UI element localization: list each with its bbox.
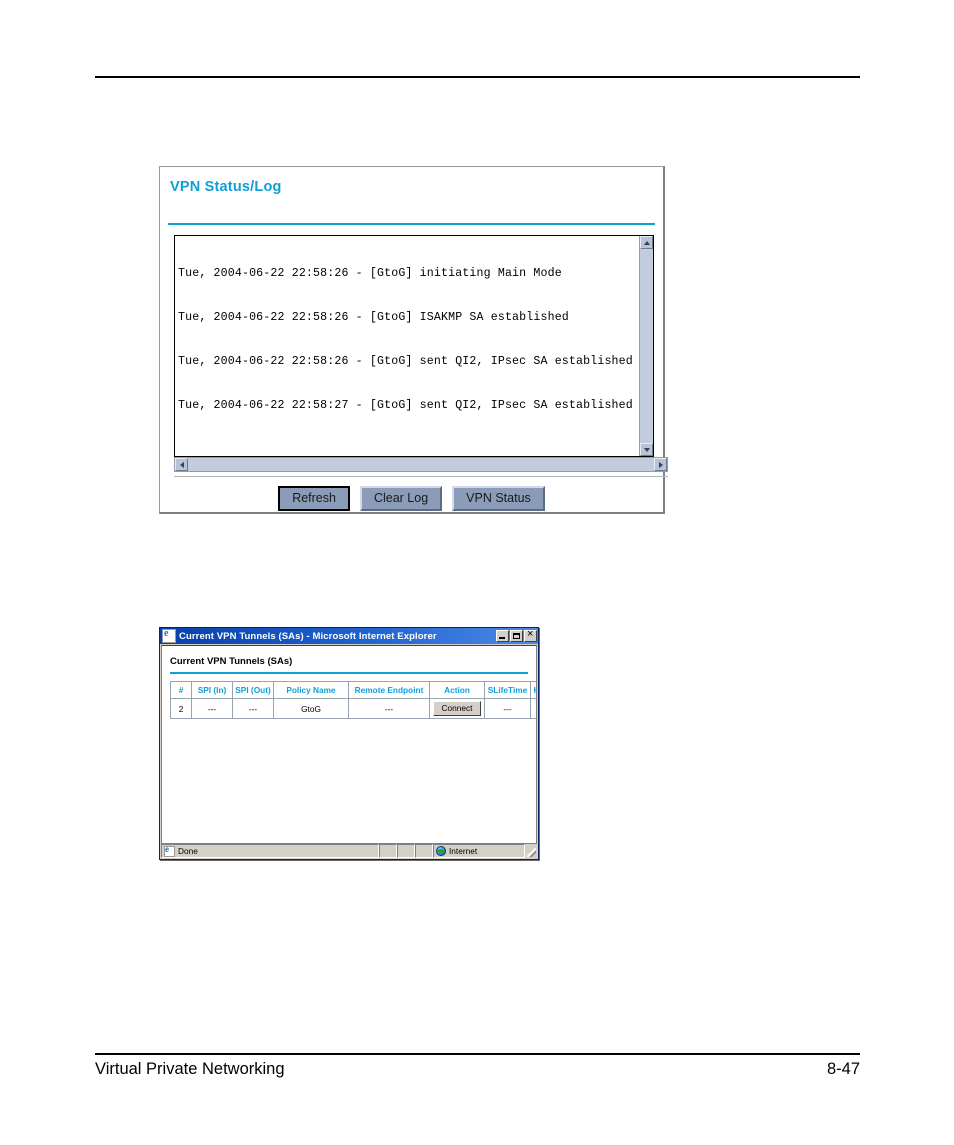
cell-remote-endpoint: --- (348, 698, 430, 719)
close-icon[interactable] (524, 628, 537, 642)
vpn-log-textarea[interactable]: Tue, 2004-06-22 22:58:26 - [GtoG] initia… (174, 235, 654, 457)
log-horizontal-scrollbar[interactable] (174, 457, 668, 472)
footer-page-number: 8-47 (826, 1060, 860, 1078)
column-header-remote-endpoint: Remote Endpoint (348, 681, 430, 699)
vpn-tunnels-table: # SPI (In) SPI (Out) Policy Name Remote … (170, 681, 536, 719)
log-vertical-scrollbar[interactable] (639, 236, 653, 456)
column-header-slifetime: SLifeTime (484, 681, 531, 699)
column-header-action: Action (429, 681, 485, 699)
cell-policy-name: GtoG (273, 698, 349, 719)
scroll-right-arrow-icon[interactable] (654, 458, 667, 471)
cell-spi-in: --- (191, 698, 233, 719)
table-header-row: # SPI (In) SPI (Out) Policy Name Remote … (170, 681, 536, 699)
clear-log-button[interactable]: Clear Log (359, 486, 443, 511)
current-vpn-tunnels-window: Current VPN Tunnels (SAs) - Microsoft In… (159, 627, 539, 860)
page-title: VPN Status/Log (170, 179, 282, 195)
scroll-down-arrow-icon[interactable] (640, 443, 653, 456)
cell-spi-out: --- (232, 698, 274, 719)
refresh-button[interactable]: Refresh (278, 486, 350, 511)
vpn-status-button[interactable]: VPN Status (452, 486, 545, 511)
column-header-spi-out: SPI (Out) (232, 681, 274, 699)
cell-slifetime: --- (484, 698, 531, 719)
title-underline (168, 223, 655, 225)
vpn-status-log-content: VPN Status/Log Tue, 2004-06-22 22:58:26 … (168, 174, 668, 511)
scroll-up-arrow-icon[interactable] (640, 236, 653, 249)
page-footer-rule (95, 1053, 860, 1055)
cell-hlifetime: --- (530, 698, 536, 719)
column-header-policy-name: Policy Name (273, 681, 349, 699)
tunnels-heading: Current VPN Tunnels (SAs) (170, 656, 293, 667)
window-title: Current VPN Tunnels (SAs) - Microsoft In… (179, 630, 437, 642)
column-header-spi-in: SPI (In) (191, 681, 233, 699)
vpn-status-log-panel: VPN Status/Log Tue, 2004-06-22 22:58:26 … (159, 166, 668, 514)
vpn-log-text: Tue, 2004-06-22 22:58:26 - [GtoG] initia… (178, 238, 633, 442)
tunnels-heading-underline (170, 672, 528, 674)
footer-chapter-title: Virtual Private Networking (95, 1060, 285, 1078)
statusbar-zone-text: Internet (449, 846, 478, 856)
maximize-icon[interactable] (510, 630, 523, 642)
log-line: Tue, 2004-06-22 22:58:26 - [GtoG] ISAKMP… (178, 310, 569, 324)
log-line: Tue, 2004-06-22 22:58:26 - [GtoG] sent Q… (178, 354, 633, 368)
statusbar-pane-3 (415, 844, 433, 858)
window-statusbar: Done Internet (161, 844, 537, 858)
minimize-icon[interactable] (496, 630, 509, 642)
ie-logo-icon (162, 628, 176, 643)
panel-divider (174, 476, 668, 477)
globe-icon (436, 846, 446, 856)
table-row: 2 --- --- GtoG --- Connect --- --- (170, 698, 536, 719)
column-header-num: # (170, 681, 192, 699)
vpn-log-button-row: Refresh Clear Log VPN Status (168, 486, 655, 511)
statusbar-zone-pane: Internet (433, 844, 525, 858)
statusbar-pane-1 (379, 844, 397, 858)
cell-num: 2 (170, 698, 192, 719)
page-header-rule (95, 76, 860, 78)
resize-grip-icon[interactable] (525, 844, 537, 858)
window-controls (496, 628, 537, 642)
scroll-left-arrow-icon[interactable] (175, 458, 188, 471)
ie-logo-icon (164, 845, 175, 857)
log-line: Tue, 2004-06-22 22:58:26 - [GtoG] initia… (178, 267, 562, 281)
statusbar-pane-2 (397, 844, 415, 858)
cell-action: Connect (429, 698, 485, 719)
window-content: Current VPN Tunnels (SAs) # SPI (In) SPI… (161, 645, 537, 844)
log-line: Tue, 2004-06-22 22:58:27 - [GtoG] sent Q… (178, 398, 633, 412)
column-header-hlifetime: HLifeTime (530, 681, 536, 699)
statusbar-status-pane: Done (161, 844, 379, 858)
page-footer: Virtual Private Networking 8-47 (95, 1060, 860, 1079)
window-titlebar[interactable]: Current VPN Tunnels (SAs) - Microsoft In… (160, 628, 538, 644)
connect-button[interactable]: Connect (432, 701, 482, 716)
statusbar-status-text: Done (178, 846, 198, 856)
